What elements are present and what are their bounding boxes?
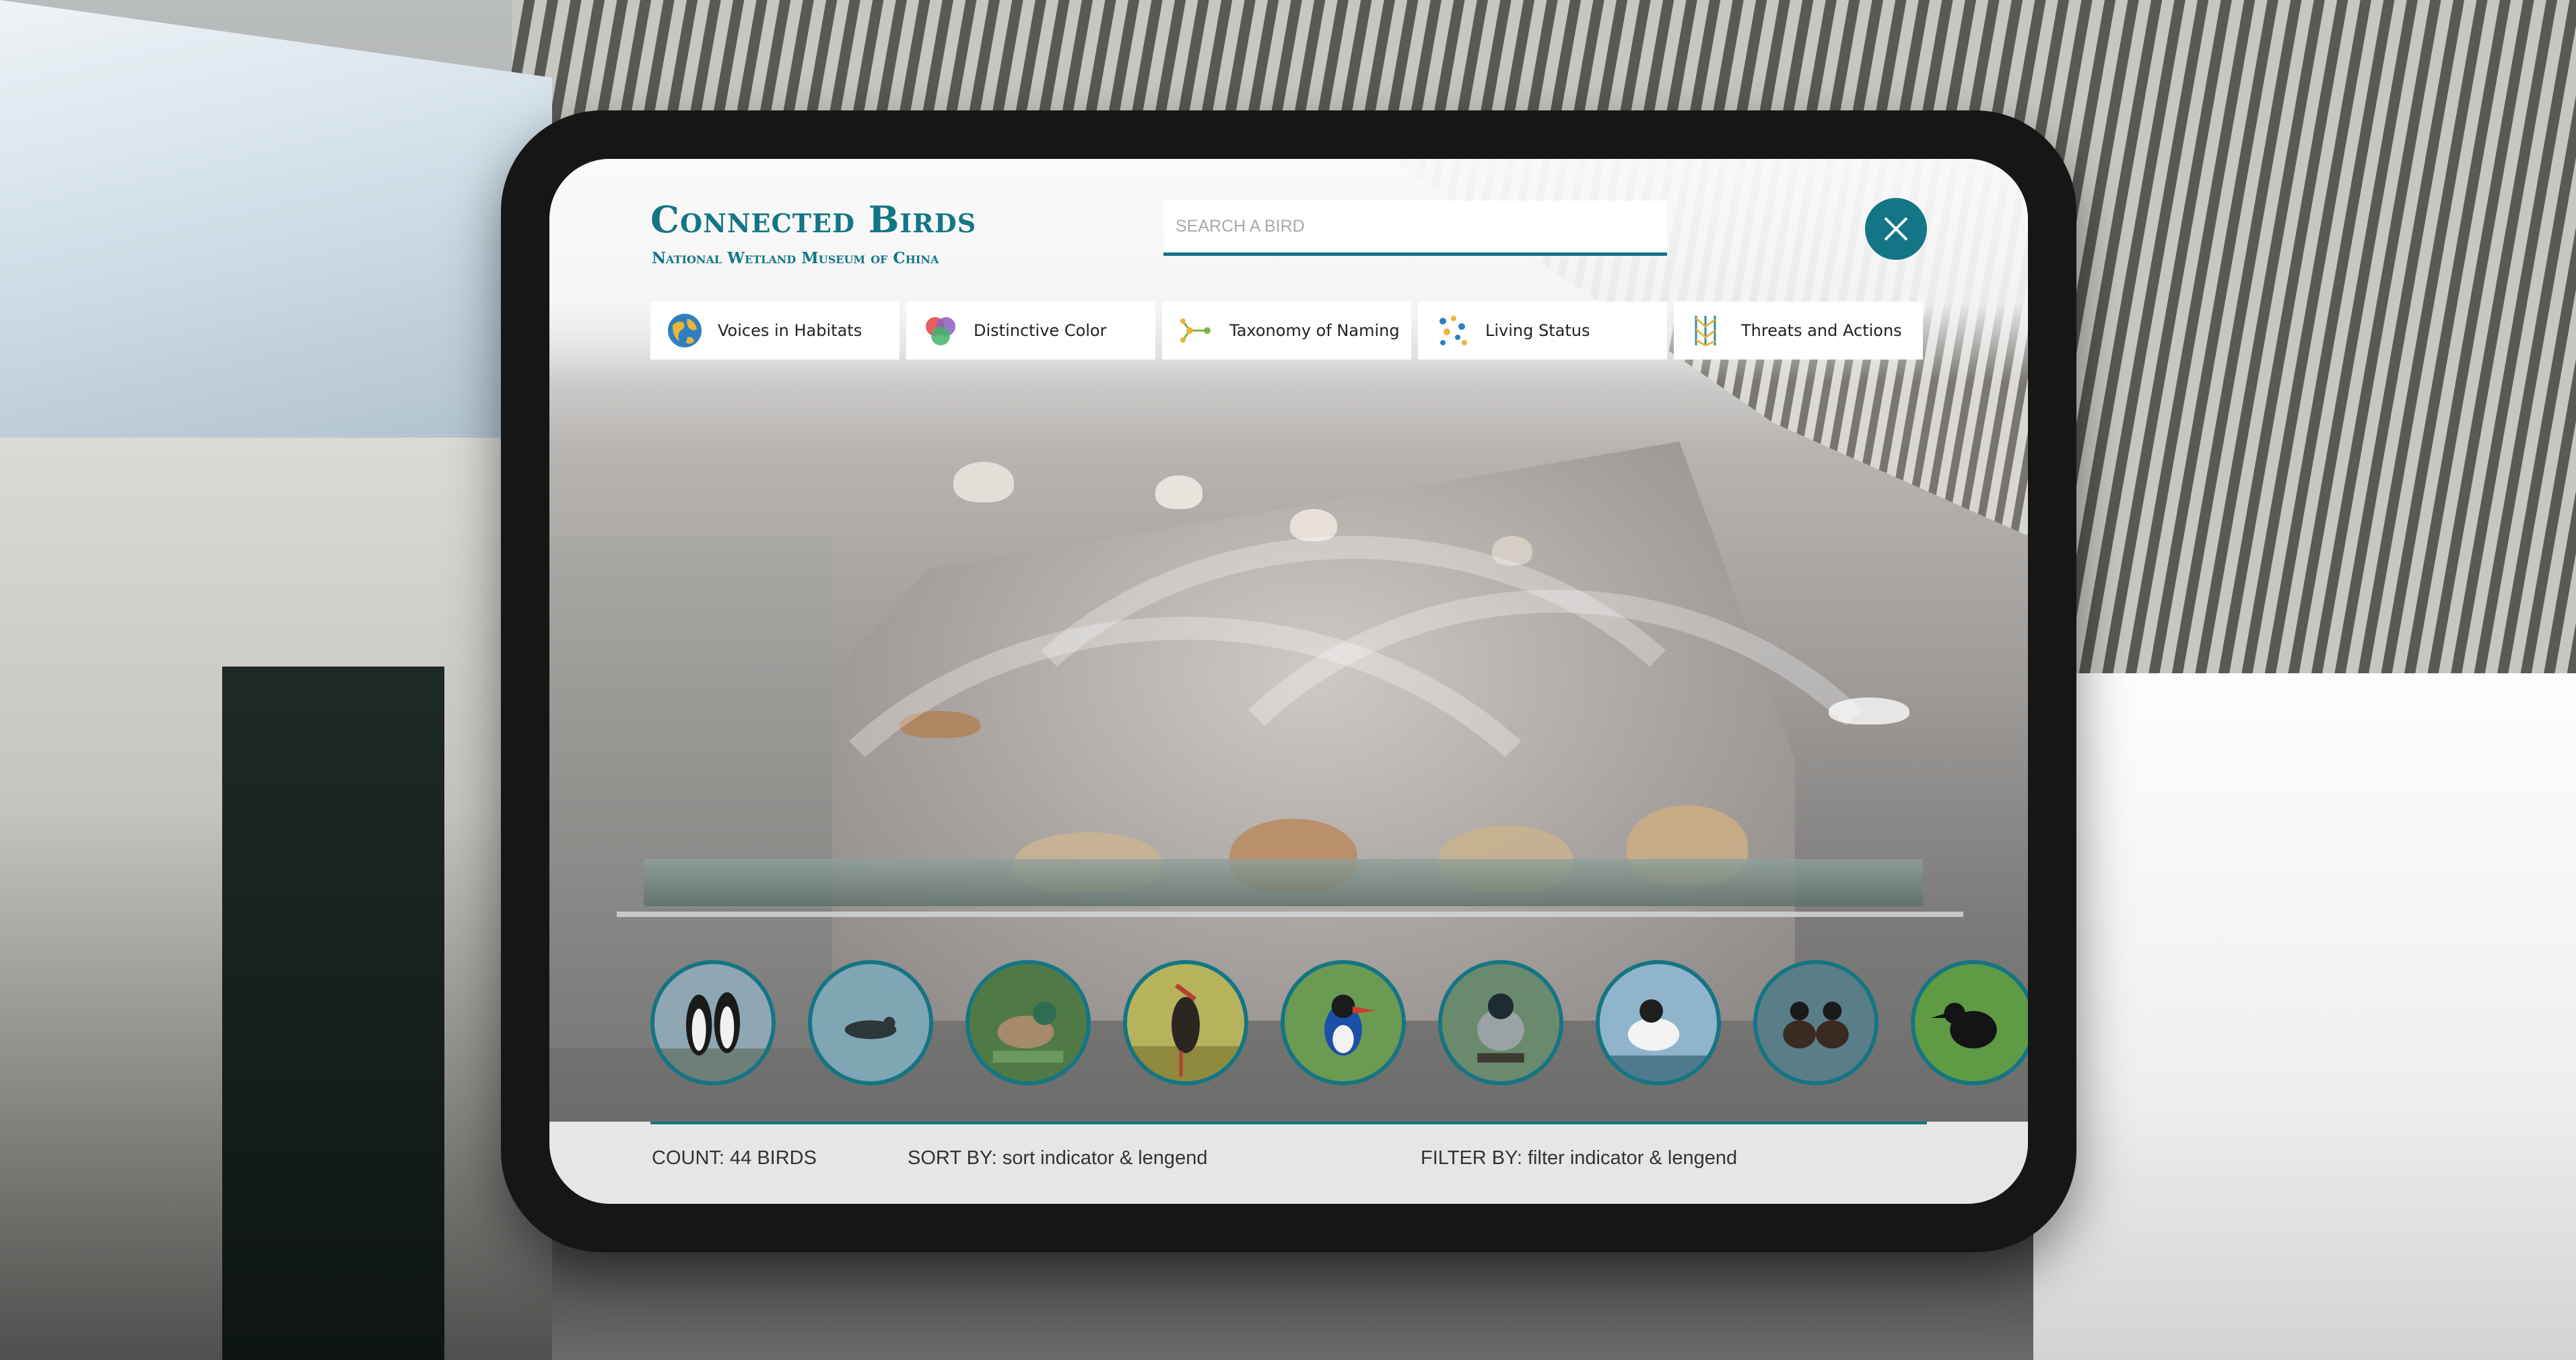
specimen <box>1155 475 1202 509</box>
app-subtitle: National Wetland Museum of China <box>652 249 939 267</box>
exhibit-railing <box>617 912 1963 917</box>
bird-thumbnail-swimming-duck[interactable] <box>808 960 933 1085</box>
color-circles-icon <box>921 311 960 350</box>
tab-taxonomy-of-naming[interactable]: Taxonomy of Naming <box>1162 302 1411 360</box>
close-icon <box>1884 217 1908 241</box>
bird-thumbnail-penguin[interactable] <box>650 960 776 1085</box>
tab-label: Voices in Habitats <box>718 321 862 340</box>
tab-living-status[interactable]: Living Status <box>1418 302 1667 360</box>
close-button[interactable] <box>1865 198 1927 260</box>
status-footer: COUNT: 44 BIRDS SORT BY: sort indicator … <box>549 1122 2028 1204</box>
category-tabs: Voices in Habitats Distinctive Color Tax… <box>650 302 1923 360</box>
exhibit-platform <box>644 859 1923 906</box>
tab-voices-in-habitats[interactable]: Voices in Habitats <box>650 302 900 360</box>
search-input[interactable] <box>1174 216 1667 237</box>
tab-label: Taxonomy of Naming <box>1229 321 1400 340</box>
specimen <box>953 462 1014 502</box>
taxonomy-tree-icon <box>1177 311 1216 350</box>
search-box[interactable] <box>1163 201 1667 256</box>
bird-thumbnail-night-heron[interactable] <box>1438 960 1563 1085</box>
globe-icon <box>665 311 704 350</box>
tablet-screen: Connected Birds National Wetland Museum … <box>549 159 2028 1204</box>
footer-divider <box>650 1122 1927 1124</box>
bird-thumbnail-gull[interactable] <box>1596 960 1721 1085</box>
bird-thumbnail-kingfisher[interactable] <box>1281 960 1406 1085</box>
tab-label: Living Status <box>1485 321 1590 340</box>
bird-carousel <box>650 960 2028 1085</box>
tablet-device: Connected Birds National Wetland Museum … <box>501 110 2076 1252</box>
bird-thumbnail-grebe[interactable] <box>1753 960 1878 1085</box>
filter-control[interactable]: FILTER BY: filter indicator & lengend <box>1421 1147 1737 1169</box>
bird-count: COUNT: 44 BIRDS <box>652 1147 817 1169</box>
threat-bars-icon <box>1689 311 1728 350</box>
background-doorway <box>222 667 444 1360</box>
bird-thumbnail-crow[interactable] <box>1911 960 2028 1085</box>
sort-control[interactable]: SORT BY: sort indicator & lengend <box>908 1147 1207 1169</box>
tab-threats-and-actions[interactable]: Threats and Actions <box>1674 302 1923 360</box>
bird-thumbnail-teal-duck[interactable] <box>965 960 1091 1085</box>
tab-label: Distinctive Color <box>974 321 1107 340</box>
app-title: Connected Birds <box>650 198 977 241</box>
bird-thumbnail-stork[interactable] <box>1123 960 1248 1085</box>
tab-distinctive-color[interactable]: Distinctive Color <box>906 302 1155 360</box>
tab-label: Threats and Actions <box>1741 321 1902 340</box>
dots-cluster-icon <box>1433 311 1472 350</box>
background-window <box>1997 673 2576 1360</box>
